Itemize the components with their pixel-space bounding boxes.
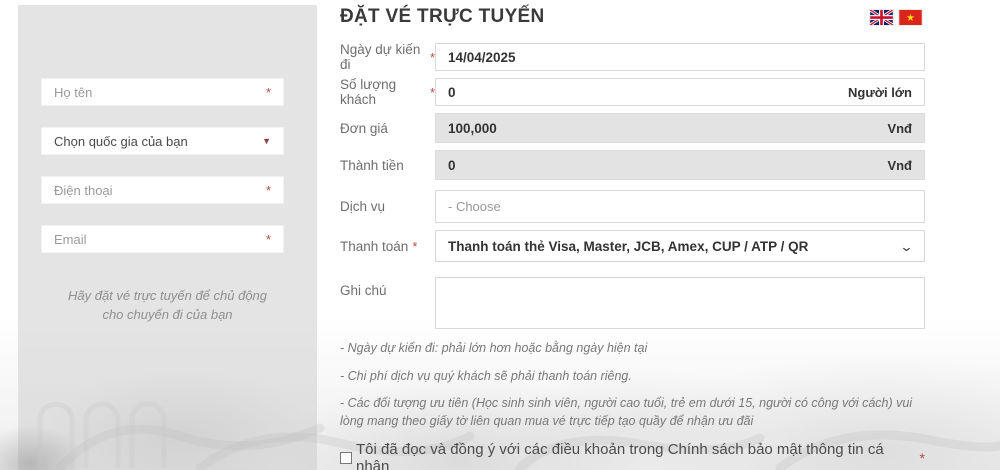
quantity-unit-label: Người lớn	[847, 84, 912, 100]
email-placeholder: Email	[54, 231, 87, 247]
quantity-label: Số lượng khách *	[340, 77, 435, 107]
dropdown-arrow-icon: ▼	[262, 135, 271, 146]
promo-text: Hãy đặt vé trực tuyến để chủ động cho ch…	[67, 288, 268, 322]
language-switcher	[870, 10, 922, 25]
form-row-date: Ngày dự kiến đi * 14/04/2025	[340, 42, 925, 72]
total-readonly-field: 0 Vnđ	[435, 150, 925, 180]
agreement-checkbox[interactable]	[340, 452, 352, 464]
agreement-text: Tôi đã đọc và đồng ý với các điều khoản …	[356, 441, 884, 470]
date-input[interactable]: 14/04/2025	[435, 43, 925, 71]
agreement-row: Tôi đã đọc và đồng ý với các điều khoản …	[340, 441, 925, 470]
required-marker: *	[919, 450, 925, 466]
country-selected-value: Chọn quốc gia của bạn	[54, 133, 188, 149]
page-title: ĐẶT VÉ TRỰC TUYẾN	[340, 6, 545, 27]
quantity-input[interactable]: 0 Người lớn	[435, 78, 925, 106]
payment-selected-value: Thanh toán thẻ Visa, Master, JCB, Amex, …	[448, 238, 809, 254]
currency-label: Vnđ	[887, 157, 912, 173]
form-row-unit-price: Đơn giá 100,000 Vnđ	[340, 113, 925, 143]
chevron-down-icon: ⌄	[899, 238, 914, 254]
service-placeholder: - Choose	[448, 199, 501, 214]
footnote: - Chi phí dịch vụ quý khách sẽ phải than…	[340, 368, 632, 383]
contact-sidebar: Họ tên * Chọn quốc gia của bạn ▼ Điện th…	[18, 5, 317, 470]
booking-page: Họ tên * Chọn quốc gia của bạn ▼ Điện th…	[0, 0, 1000, 470]
unit-price-readonly-field: 100,000 Vnđ	[435, 113, 925, 143]
language-english-flag[interactable]	[870, 10, 893, 25]
phone-placeholder: Điện thoại	[54, 182, 113, 198]
form-row-total: Thành tiền 0 Vnđ	[340, 150, 925, 180]
country-select[interactable]: Chọn quốc gia của bạn ▼	[41, 127, 284, 155]
service-label: Dịch vụ	[340, 199, 386, 214]
payment-label: Thanh toán *	[340, 238, 418, 254]
required-marker: *	[265, 231, 271, 247]
email-input[interactable]: Email *	[41, 225, 284, 253]
unit-price-label: Đơn giá	[340, 120, 388, 136]
booking-form: ĐẶT VÉ TRỰC TUYẾN Ngày dự kiến đi * 14/04…	[340, 0, 925, 470]
footnote: - Các đối tượng ưu tiên (Học sinh sinh v…	[340, 396, 913, 428]
form-row-service: Dịch vụ - Choose	[340, 190, 925, 223]
form-row-note: Ghi chú	[340, 277, 925, 329]
note-label: Ghi chú	[340, 283, 387, 298]
phone-input[interactable]: Điện thoại *	[41, 176, 284, 204]
fullname-input[interactable]: Họ tên *	[41, 78, 284, 106]
form-footnotes: - Ngày dự kiến đi: phải lớn hơn hoặc bằn…	[340, 340, 934, 440]
note-textarea[interactable]	[435, 277, 925, 329]
total-label: Thành tiền	[340, 157, 404, 173]
service-select[interactable]: - Choose	[435, 190, 925, 223]
date-label: Ngày dự kiến đi *	[340, 42, 435, 72]
payment-select[interactable]: Thanh toán thẻ Visa, Master, JCB, Amex, …	[435, 230, 925, 262]
fullname-placeholder: Họ tên	[54, 84, 93, 100]
currency-label: Vnđ	[887, 120, 912, 136]
form-row-payment: Thanh toán * Thanh toán thẻ Visa, Master,…	[340, 230, 925, 262]
form-row-quantity: Số lượng khách * 0 Người lớn	[340, 77, 925, 107]
required-marker: *	[265, 182, 271, 198]
footnote: - Ngày dự kiến đi: phải lớn hơn hoặc bằn…	[340, 341, 648, 355]
required-marker: *	[265, 84, 271, 100]
language-vietnamese-flag[interactable]	[899, 10, 922, 25]
